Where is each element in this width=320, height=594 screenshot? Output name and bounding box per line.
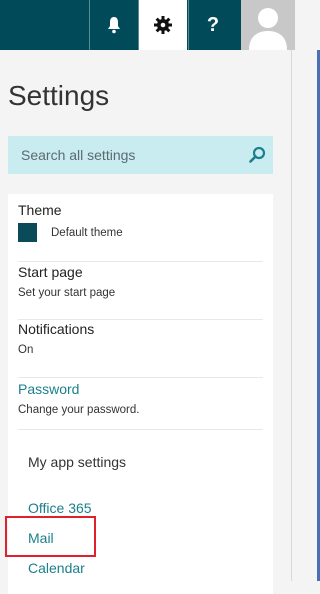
page-title: Settings [8,80,110,111]
theme-value: Default theme [51,226,123,239]
password-desc: Change your password. [18,404,140,416]
bell-icon [108,17,120,34]
help-icon: ? [206,13,220,36]
notifications-setting[interactable]: Notifications On [18,320,263,378]
start-page-setting[interactable]: Start page Set your start page [18,262,263,320]
calendar-link[interactable]: Calendar [28,560,85,576]
search-icon[interactable] [247,145,267,165]
office-365-link[interactable]: Office 365 [28,500,92,516]
theme-value-row: Default theme [18,223,263,242]
help-button[interactable]: ? [189,0,237,50]
notifications-button[interactable] [90,0,138,50]
user-avatar-icon [249,8,287,50]
user-avatar[interactable] [241,0,295,50]
notifications-desc: On [18,344,34,356]
gear-icon [154,16,172,34]
top-bar: ? [0,0,295,50]
start-page-label: Start page [18,264,83,280]
settings-button[interactable] [139,0,187,50]
mail-highlight-box [5,516,96,557]
notifications-label: Notifications [18,321,95,337]
search-box[interactable] [8,136,273,174]
start-page-desc: Set your start page [18,287,116,299]
password-setting[interactable]: Password Change your password. [18,378,263,430]
theme-label: Theme [18,202,62,218]
search-input[interactable] [19,146,239,164]
theme-swatch [18,223,37,242]
my-app-settings-heading: My app settings [28,454,127,470]
password-link[interactable]: Password [18,381,263,397]
theme-setting[interactable]: Theme Default theme [18,202,263,262]
